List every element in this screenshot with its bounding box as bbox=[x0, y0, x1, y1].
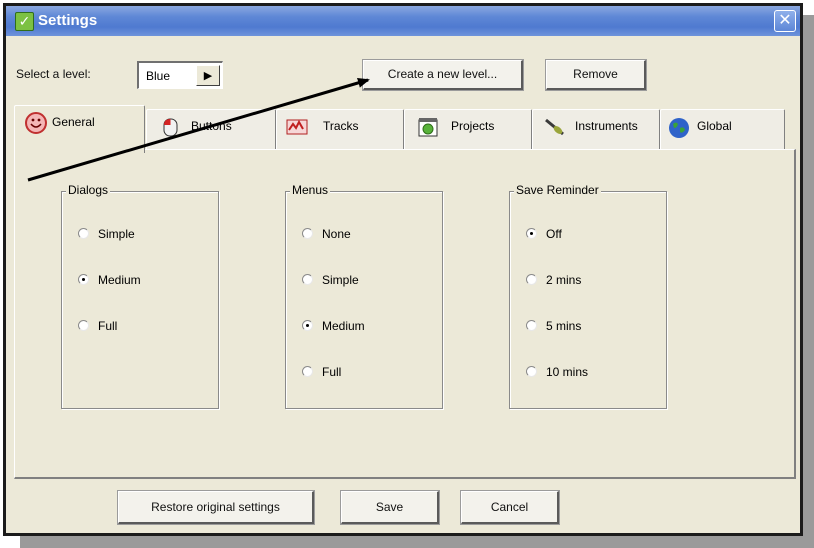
annotation-arrow bbox=[27, 78, 370, 182]
